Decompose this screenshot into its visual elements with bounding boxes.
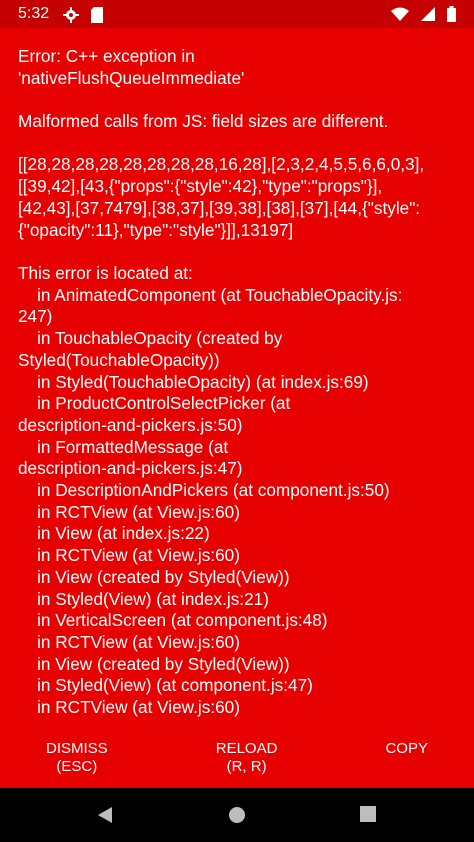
copy-label: COPY (385, 740, 428, 757)
home-icon[interactable] (228, 806, 246, 829)
reload-label: RELOAD (215, 740, 278, 757)
action-bar: DISMISS (ESC) RELOAD (R, R) COPY (0, 740, 474, 788)
error-line: Malformed calls from JS: field sizes are… (18, 111, 389, 132)
battery-icon (447, 6, 456, 27)
error-line (18, 241, 458, 263)
error-line: in AnimatedComponent (at TouchableOpacit… (18, 284, 403, 305)
error-line: in VerticalScreen (at component.js:48) (18, 610, 328, 631)
signal-icon (421, 7, 435, 26)
sd-card-icon (91, 7, 105, 23)
error-line: in TouchableOpacity (created by (18, 328, 283, 349)
wifi-icon (391, 7, 409, 26)
error-line: in View (created by Styled(View)) (18, 719, 458, 722)
error-line: [[39,42],[43,{"props":{"style":42},"type… (18, 176, 383, 197)
error-line: [42,43],[37,7479],[38,37],[39,38],[38],[… (18, 197, 421, 218)
error-line: Styled(TouchableOpacity)) (18, 349, 220, 370)
recents-icon[interactable] (360, 806, 376, 827)
error-line: in DescriptionAndPickers (at component.j… (18, 480, 390, 501)
error-line: description-and-pickers.js:47) (18, 458, 243, 479)
dismiss-button[interactable]: DISMISS (ESC) (46, 740, 108, 788)
back-icon[interactable] (96, 806, 114, 829)
error-line: in RCTView (at View.js:60) (18, 501, 240, 522)
error-line: in Styled(TouchableOpacity) (at index.js… (18, 371, 369, 392)
error-line: 247) (18, 306, 53, 327)
error-line: in RCTView (at View.js:60) (18, 631, 240, 652)
error-line (18, 133, 458, 155)
status-time: 5:32 (18, 5, 50, 22)
reload-shortcut: (R, R) (226, 758, 267, 775)
status-bar: 5:32 (0, 0, 474, 28)
error-line: in ProductControlSelectPicker (at (18, 393, 291, 414)
copy-button[interactable]: COPY (385, 740, 428, 788)
dismiss-label: DISMISS (46, 740, 108, 757)
error-line: in RCTView (at View.js:60) (18, 545, 240, 566)
error-line: Error: C++ exception in (18, 46, 195, 66)
error-line: in Styled(View) (at index.js:21) (18, 588, 269, 609)
error-line: description-and-pickers.js:50) (18, 414, 243, 435)
error-line: in FormattedMessage (at (18, 436, 229, 457)
error-line: in View (at index.js:22) (18, 523, 210, 544)
error-line: in RCTView (at View.js:60) (18, 697, 240, 718)
error-line: This error is located at: (18, 262, 193, 283)
error-line: in Styled(View) (at component.js:47) (18, 675, 313, 696)
settings-icon (63, 7, 80, 23)
reload-button[interactable]: RELOAD (R, R) (216, 740, 278, 788)
dismiss-shortcut: (ESC) (56, 758, 98, 775)
error-message: Error: C++ exception in'nativeFlushQueue… (18, 46, 458, 722)
error-line: {"opacity":11},"type":"style"}]],13197] (18, 219, 294, 240)
error-line (18, 89, 458, 111)
error-line: in View (created by Styled(View)) (18, 653, 290, 674)
navigation-bar (0, 788, 474, 842)
error-line: [[28,28,28,28,28,28,28,28,16,28],[2,3,2,… (18, 154, 425, 175)
error-line: in View (created by Styled(View)) (18, 566, 290, 587)
error-line: 'nativeFlushQueueImmediate' (18, 67, 245, 88)
